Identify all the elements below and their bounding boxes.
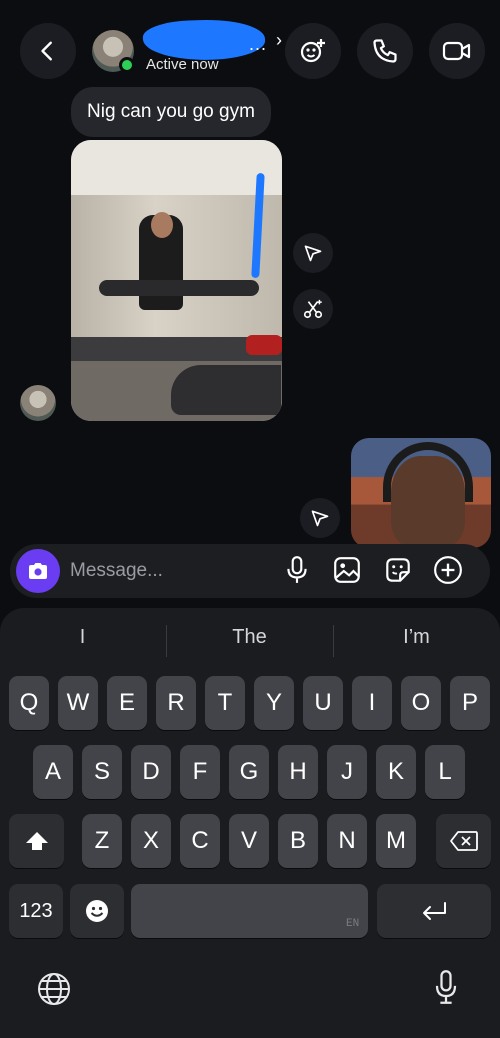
key-w[interactable]: W (58, 676, 98, 730)
language-label: EN (346, 918, 360, 930)
gallery-button[interactable] (331, 554, 363, 586)
video-call-button[interactable] (429, 23, 485, 79)
suggestion-2[interactable]: The (167, 626, 332, 656)
chevron-right-icon: › (276, 30, 282, 50)
sticker-icon (386, 558, 410, 582)
key-k[interactable]: K (376, 745, 416, 799)
sender-avatar[interactable] (20, 385, 56, 421)
camera-icon (29, 563, 47, 579)
dictation-icon (435, 970, 457, 1004)
suggestion-3[interactable]: I’m (334, 626, 499, 656)
key-h[interactable]: H (278, 745, 318, 799)
received-photo-message[interactable] (71, 140, 282, 421)
online-indicator (119, 57, 135, 73)
more-options-button[interactable] (432, 554, 464, 586)
key-v[interactable]: V (229, 814, 269, 868)
sticker-button[interactable] (382, 554, 414, 586)
key-f[interactable]: F (180, 745, 220, 799)
gallery-icon (334, 557, 360, 583)
key-m[interactable]: M (376, 814, 416, 868)
key-y[interactable]: Y (254, 676, 294, 730)
key-s[interactable]: S (82, 745, 122, 799)
share-icon (311, 510, 329, 527)
globe-icon (38, 973, 70, 1005)
numbers-key[interactable]: 123 (9, 884, 63, 938)
key-t[interactable]: T (205, 676, 245, 730)
effects-button[interactable] (285, 23, 341, 79)
key-p[interactable]: P (450, 676, 490, 730)
dictation-button[interactable] (426, 967, 466, 1007)
shift-key[interactable] (9, 814, 64, 868)
plus-icon (434, 556, 462, 584)
audio-call-button[interactable] (357, 23, 413, 79)
key-z[interactable]: Z (82, 814, 122, 868)
key-g[interactable]: G (229, 745, 269, 799)
share-icon (304, 245, 322, 262)
shift-icon (25, 832, 48, 850)
return-key[interactable] (377, 884, 491, 938)
back-icon (41, 41, 52, 61)
share-photo-button[interactable] (293, 233, 333, 273)
key-a[interactable]: A (33, 745, 73, 799)
share-video-button[interactable] (300, 498, 340, 538)
key-j[interactable]: J (327, 745, 367, 799)
back-button[interactable] (20, 23, 76, 79)
language-switch-button[interactable] (34, 969, 74, 1009)
suggestion-1[interactable]: I (0, 626, 165, 656)
effects-icon (300, 39, 325, 63)
emoji-icon (86, 900, 108, 922)
camera-button[interactable] (16, 549, 60, 593)
key-c[interactable]: C (180, 814, 220, 868)
video-icon (442, 41, 471, 61)
return-icon (423, 902, 446, 920)
key-i[interactable]: I (352, 676, 392, 730)
sent-video-message[interactable] (351, 438, 491, 548)
key-b[interactable]: B (278, 814, 318, 868)
emoji-key[interactable] (70, 884, 124, 938)
name-overflow: ... (249, 34, 268, 54)
received-text-message[interactable]: Nig can you go gym (71, 87, 271, 137)
remix-button[interactable] (293, 289, 333, 329)
microphone-icon (287, 556, 307, 583)
key-n[interactable]: N (327, 814, 367, 868)
phone-icon (373, 39, 397, 63)
backspace-key[interactable] (436, 814, 491, 868)
key-x[interactable]: X (131, 814, 171, 868)
key-q[interactable]: Q (9, 676, 49, 730)
key-e[interactable]: E (107, 676, 147, 730)
key-d[interactable]: D (131, 745, 171, 799)
active-status: Active now (146, 56, 219, 73)
remix-icon (303, 299, 323, 319)
message-text: Nig can you go gym (87, 101, 255, 122)
key-r[interactable]: R (156, 676, 196, 730)
space-bar[interactable] (131, 884, 368, 938)
backspace-icon (449, 831, 478, 851)
key-l[interactable]: L (425, 745, 465, 799)
message-input[interactable] (70, 553, 270, 589)
key-u[interactable]: U (303, 676, 343, 730)
voice-message-button[interactable] (281, 554, 313, 586)
key-o[interactable]: O (401, 676, 441, 730)
